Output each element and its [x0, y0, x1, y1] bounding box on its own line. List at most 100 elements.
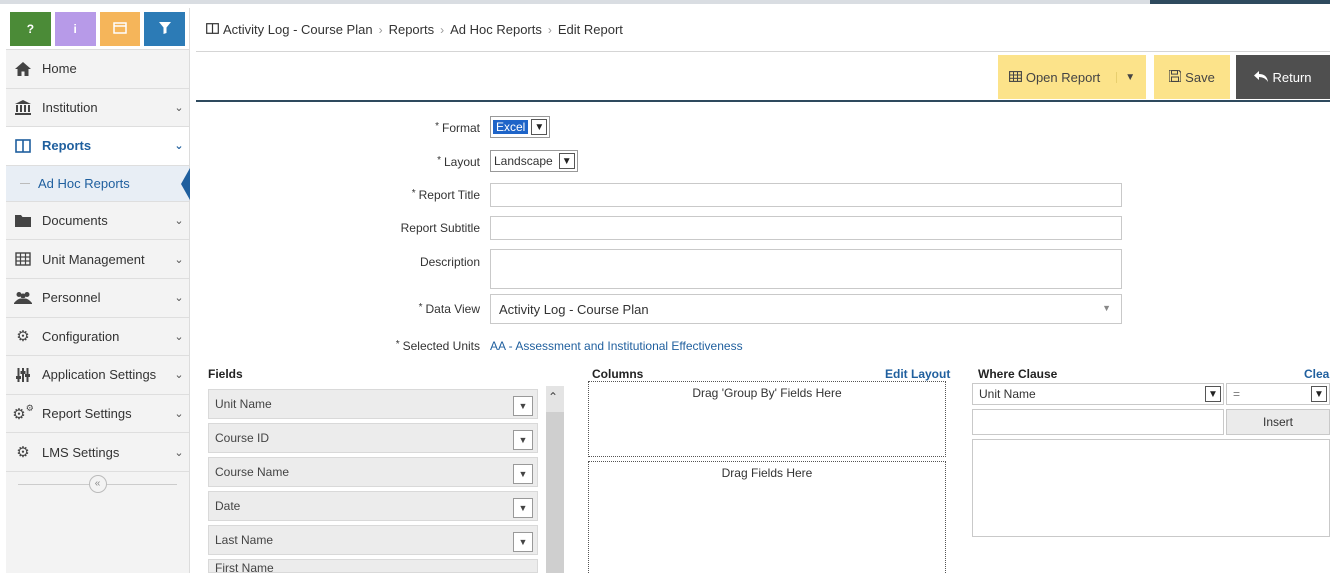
chevron-up-icon[interactable]: ⌃	[548, 390, 558, 404]
chevron-down-icon: ▼	[558, 153, 575, 169]
sidebar-collapse: «	[6, 472, 189, 496]
where-operator-select[interactable]: = ▼	[1226, 383, 1330, 405]
breadcrumb-item[interactable]: Activity Log - Course Plan	[223, 22, 373, 37]
sidebar-item-lms-settings[interactable]: ⚙ LMS Settings ⌄	[6, 433, 189, 472]
book-icon	[206, 22, 219, 37]
info-button[interactable]: i	[54, 12, 96, 46]
sidebar-item-reports[interactable]: Reports ⌄	[6, 127, 189, 166]
report-title-input[interactable]	[490, 183, 1122, 207]
sidebar-item-label: Home	[42, 61, 77, 77]
field-item[interactable]: First Name	[208, 559, 538, 573]
field-item[interactable]: Last Name ▼	[208, 525, 538, 555]
sidebar-item-label: Ad Hoc Reports	[38, 175, 130, 191]
sidebar-item-home[interactable]: Home	[6, 50, 189, 89]
sidebar-subitem-ad-hoc-reports[interactable]: Ad Hoc Reports	[6, 165, 190, 202]
chevron-down-icon: ▼	[1205, 386, 1221, 402]
sidebar-item-label: Unit Management	[42, 251, 145, 267]
format-label: * Format	[435, 121, 480, 135]
fields-scrollbar[interactable]: ⌃	[546, 386, 564, 573]
filter-button[interactable]	[144, 12, 185, 46]
field-item[interactable]: Unit Name ▼	[208, 389, 538, 419]
scrollbar-thumb[interactable]	[546, 412, 564, 573]
description-row: Description	[196, 249, 1330, 289]
sliders-icon	[12, 367, 34, 382]
save-button[interactable]: Save	[1154, 55, 1230, 99]
dropdown-icon[interactable]: ▼	[513, 396, 533, 416]
help-button[interactable]: ?	[10, 12, 51, 46]
chevron-right-icon: ›	[378, 22, 383, 37]
sidebar-item-personnel[interactable]: Personnel ⌄	[6, 279, 189, 318]
collapse-sidebar-icon[interactable]: «	[88, 474, 107, 493]
book-icon	[12, 139, 34, 153]
edit-layout-link[interactable]: Edit Layout	[885, 367, 950, 381]
top-accent-line	[0, 0, 1330, 4]
caret-down-icon: ▼	[1102, 303, 1111, 313]
open-report-button[interactable]: Open Report ▼	[998, 55, 1146, 99]
breadcrumb-item[interactable]: Reports	[389, 22, 435, 37]
chevron-down-icon: ⌄	[174, 369, 184, 382]
format-value: Excel	[493, 120, 529, 134]
layout-value: Landscape	[494, 154, 553, 168]
window-icon	[113, 21, 127, 37]
field-item[interactable]: Date ▼	[208, 491, 538, 521]
info-icon: i	[73, 22, 77, 36]
home-icon	[12, 61, 34, 76]
sidebar-item-unit-management[interactable]: Unit Management ⌄	[6, 240, 189, 279]
window-button[interactable]	[99, 12, 141, 46]
selected-units-label: * Selected Units	[395, 339, 480, 353]
chevron-down-icon: ⌄	[174, 292, 184, 305]
sidebar-item-report-settings[interactable]: ⚙ ⚙ Report Settings ⌄	[6, 395, 189, 434]
fields-dropzone[interactable]: Drag Fields Here	[588, 461, 946, 573]
sidebar-item-application-settings[interactable]: Application Settings ⌄	[6, 356, 189, 395]
sidebar-item-configuration[interactable]: ⚙ Configuration ⌄	[6, 318, 189, 357]
breadcrumb: Activity Log - Course Plan › Reports › A…	[196, 8, 1330, 52]
chevron-down-icon: ⌄	[174, 446, 184, 459]
insert-button[interactable]: Insert	[1226, 409, 1330, 435]
reply-icon	[1254, 70, 1269, 85]
group-by-dropzone[interactable]: Drag 'Group By' Fields Here	[588, 381, 946, 457]
where-value-input[interactable]	[972, 409, 1224, 435]
layout-select[interactable]: Landscape ▼	[490, 150, 578, 172]
caret-down-icon[interactable]: ▼	[1116, 71, 1135, 83]
columns-title: Columns	[592, 367, 644, 381]
report-title-label: * Report Title	[411, 188, 480, 202]
field-item[interactable]: Course ID ▼	[208, 423, 538, 453]
gears-icon: ⚙ ⚙	[12, 403, 34, 423]
report-subtitle-input[interactable]	[490, 216, 1122, 240]
sidebar-item-label: Personnel	[42, 290, 101, 306]
quick-buttons: ? i	[6, 8, 189, 50]
dropdown-icon[interactable]: ▼	[513, 430, 533, 450]
chevron-down-icon: ⌄	[174, 330, 184, 343]
selected-units-row: * Selected Units AA - Assessment and Inst…	[196, 337, 1330, 355]
data-view-row: * Data View Activity Log - Course Plan ▼	[196, 294, 1330, 324]
breadcrumb-item: Edit Report	[557, 22, 623, 37]
field-item[interactable]: Course Name ▼	[208, 457, 538, 487]
description-textarea[interactable]	[490, 249, 1122, 289]
sidebar-item-institution[interactable]: Institution ⌄	[6, 89, 189, 128]
sidebar-item-label: Institution	[42, 99, 98, 115]
help-icon: ?	[26, 22, 35, 36]
format-select[interactable]: Excel ▼	[490, 116, 551, 138]
sidebar-item-label: Reports	[42, 138, 92, 154]
dropdown-icon[interactable]: ▼	[513, 532, 533, 552]
where-clause-textarea[interactable]	[972, 439, 1330, 537]
description-label: Description	[419, 255, 480, 269]
table-icon	[1008, 70, 1022, 85]
clear-link[interactable]: Clea	[1304, 367, 1329, 381]
breadcrumb-item[interactable]: Ad Hoc Reports	[450, 22, 542, 37]
data-view-value: Activity Log - Course Plan	[499, 301, 649, 317]
dropdown-icon[interactable]: ▼	[513, 498, 533, 518]
sidebar-item-documents[interactable]: Documents ⌄	[6, 202, 189, 241]
data-view-select[interactable]: Activity Log - Course Plan ▼	[490, 294, 1122, 324]
dropdown-icon[interactable]: ▼	[513, 464, 533, 484]
chevron-down-icon: ▼	[531, 119, 548, 135]
where-field-select[interactable]: Unit Name ▼	[972, 383, 1224, 405]
sidebar-item-label: LMS Settings	[42, 444, 120, 460]
format-row: * Format Excel ▼	[196, 116, 1330, 140]
filter-icon	[158, 21, 171, 37]
return-button[interactable]: Return	[1236, 55, 1330, 99]
selected-units-link[interactable]: AA - Assessment and Institutional Effect…	[490, 339, 743, 353]
layout-row: * Layout Landscape ▼	[196, 150, 1330, 174]
chevron-down-icon: ⌄	[174, 408, 184, 421]
bank-icon	[12, 99, 34, 115]
